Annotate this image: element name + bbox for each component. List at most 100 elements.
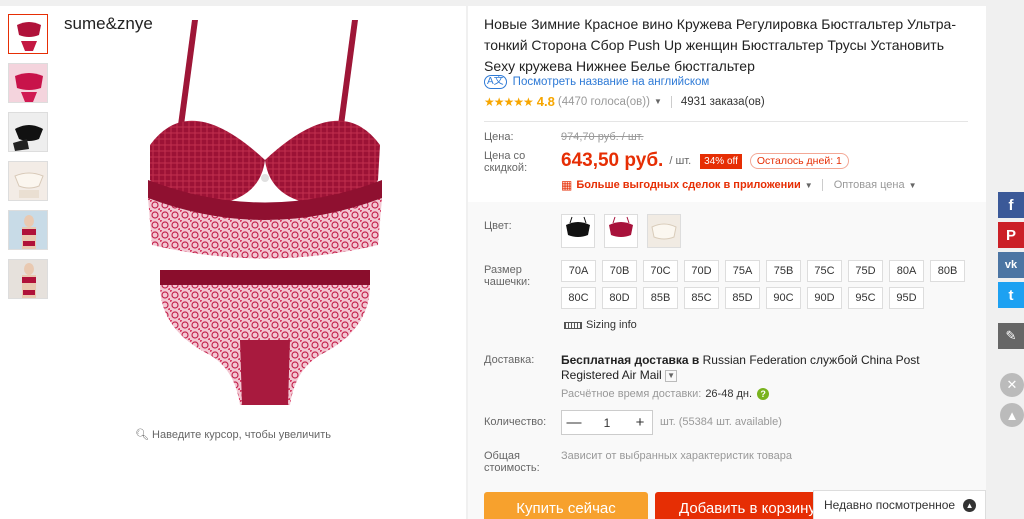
thumbnail-1[interactable] <box>8 14 48 54</box>
rating-row: ★★★★★ 4.8 (4470 голоса(ов)) ▼ 4931 заказ… <box>484 94 765 109</box>
quantity-label: Количество: <box>484 416 547 428</box>
recently-viewed-label: Недавно посмотренное <box>824 498 956 512</box>
size-option-70d[interactable]: 70D <box>684 260 719 282</box>
total-label: Общая стоимость: <box>484 450 540 474</box>
chevron-down-icon[interactable]: ▼ <box>805 181 813 190</box>
pinterest-icon[interactable]: P <box>998 222 1024 248</box>
votes-link[interactable]: (4470 голоса(ов)) <box>558 96 650 108</box>
help-icon[interactable]: ? <box>757 388 770 400</box>
shipping-info: Бесплатная доставка в Russian Federation… <box>561 353 971 383</box>
price-unit: / шт. <box>669 155 692 167</box>
recently-viewed-bar[interactable]: Недавно посмотренное ▲ <box>813 490 986 519</box>
size-option-80b[interactable]: 80B <box>930 260 965 282</box>
star-rating-icon: ★★★★★ <box>484 94 534 109</box>
size-option-75c[interactable]: 75C <box>807 260 842 282</box>
thumbnail-6[interactable] <box>8 259 48 299</box>
size-option-95d[interactable]: 95D <box>889 287 924 309</box>
size-option-85b[interactable]: 85B <box>643 287 678 309</box>
product-title: Новые Зимние Красное вино Кружева Регули… <box>484 16 956 74</box>
zoom-hint-text: Наведите курсор, чтобы увеличить <box>152 429 331 441</box>
wholesale-price-link[interactable]: Оптовая цена <box>834 179 905 191</box>
product-main-image[interactable] <box>120 10 410 420</box>
app-deals-row: ▦ Больше выгодных сделок в приложении ▼ … <box>561 178 917 192</box>
size-option-70a[interactable]: 70A <box>561 260 596 282</box>
total-value: Зависит от выбранных характеристик товар… <box>561 450 792 462</box>
gallery-panel: sume&znye 🔍︎ Наведите курсор, чтобы увел… <box>0 6 466 519</box>
old-price-label: Цена: <box>484 131 514 143</box>
add-to-cart-button[interactable]: Добавить в корзину <box>655 492 830 519</box>
delivery-estimate-label: Расчётное время доставки: <box>561 388 702 400</box>
size-option-75a[interactable]: 75A <box>725 260 760 282</box>
facebook-icon[interactable]: f <box>998 192 1024 218</box>
discount-price-row: 643,50 руб. / шт. 34% off Осталось дней:… <box>561 150 849 172</box>
discount-price-label: Цена со скидкой: <box>484 150 528 174</box>
size-option-75d[interactable]: 75D <box>848 260 883 282</box>
size-option-85d[interactable]: 85D <box>725 287 760 309</box>
quantity-input[interactable]: 1 <box>586 416 628 430</box>
free-shipping-text: Бесплатная доставка в <box>561 353 700 367</box>
twitter-icon[interactable]: t <box>998 282 1024 308</box>
size-option-90c[interactable]: 90C <box>766 287 801 309</box>
rating-value: 4.8 <box>536 94 555 109</box>
close-icon[interactable]: ✕ <box>1000 373 1024 397</box>
thumbnail-5[interactable] <box>8 210 48 250</box>
divider <box>821 179 823 191</box>
size-options: 70A 70B 70C 70D 75A 75B 75C 75D 80A 80B 80C 80D 85B 8… <box>561 260 981 336</box>
quantity-stepper: — 1 + <box>561 410 653 435</box>
discount-badge: 34% off <box>700 153 742 169</box>
color-swatch-wine-red[interactable] <box>604 214 638 248</box>
pencil-icon[interactable]: ✎ <box>998 323 1024 349</box>
thumbnail-2[interactable] <box>8 63 48 103</box>
size-option-75b[interactable]: 75B <box>766 260 801 282</box>
color-swatches <box>561 214 681 248</box>
thumbnail-4[interactable] <box>8 161 48 201</box>
color-swatch-black[interactable] <box>561 214 595 248</box>
chevron-down-icon[interactable]: ▼ <box>654 97 662 106</box>
thumbnail-3[interactable] <box>8 112 48 152</box>
divider <box>670 95 672 108</box>
size-option-80c[interactable]: 80C <box>561 287 596 309</box>
shipping-country[interactable]: Russian Federation <box>703 353 807 367</box>
size-label: Размер чашечки: <box>484 264 531 288</box>
increment-button[interactable]: + <box>628 414 652 431</box>
discount-price: 643,50 руб. <box>561 150 664 171</box>
magnifier-icon: 🔍︎ <box>135 429 149 441</box>
zoom-hint: 🔍︎ Наведите курсор, чтобы увеличить <box>0 428 466 441</box>
qr-code-icon: ▦ <box>561 178 573 192</box>
ruler-icon <box>564 321 582 329</box>
chevron-down-icon[interactable]: ▼ <box>909 181 917 190</box>
vk-icon[interactable]: vk <box>998 252 1024 278</box>
size-option-90d[interactable]: 90D <box>807 287 842 309</box>
color-label: Цвет: <box>484 220 512 232</box>
chevron-up-icon[interactable]: ▲ <box>963 498 977 512</box>
size-option-85c[interactable]: 85C <box>684 287 719 309</box>
divider <box>484 121 968 122</box>
translate-link-text[interactable]: Посмотреть название на английском <box>513 76 710 88</box>
thumbnail-list <box>8 14 50 308</box>
color-swatch-beige[interactable] <box>647 214 681 248</box>
shipping-label: Доставка: <box>484 354 535 366</box>
delivery-estimate-days: 26-48 дн. <box>705 388 753 400</box>
size-option-70c[interactable]: 70C <box>643 260 678 282</box>
days-left-badge: Осталось дней: 1 <box>749 153 849 169</box>
sizing-info-text[interactable]: Sizing info <box>586 319 637 331</box>
product-page: sume&znye 🔍︎ Наведите курсор, чтобы увел… <box>0 0 1024 519</box>
social-share-bar: f P vk t <box>998 192 1024 312</box>
buy-now-button[interactable]: Купить сейчас <box>484 492 648 519</box>
size-option-95c[interactable]: 95C <box>848 287 883 309</box>
size-option-80d[interactable]: 80D <box>602 287 637 309</box>
orders-count: 4931 заказа(ов) <box>680 95 765 108</box>
chevron-down-icon[interactable]: ▼ <box>665 369 678 382</box>
product-info-panel: Новые Зимние Красное вино Кружева Регули… <box>468 6 986 519</box>
size-option-70b[interactable]: 70B <box>602 260 637 282</box>
scroll-to-top-icon[interactable]: ▲ <box>1000 403 1024 427</box>
size-option-80a[interactable]: 80A <box>889 260 924 282</box>
quantity-available: шт. (55384 шт. available) <box>660 416 782 428</box>
app-deals-link[interactable]: Больше выгодных сделок в приложении <box>576 179 800 191</box>
translate-icon: A文 <box>484 75 507 89</box>
decrement-button[interactable]: — <box>562 414 586 431</box>
delivery-estimate: Расчётное время доставки: 26-48 дн. ? <box>561 388 770 400</box>
shipping-via: службой <box>810 353 858 367</box>
sizing-info-link[interactable]: Sizing info <box>564 314 637 336</box>
translate-link[interactable]: A文 Посмотреть название на английском <box>484 75 709 89</box>
